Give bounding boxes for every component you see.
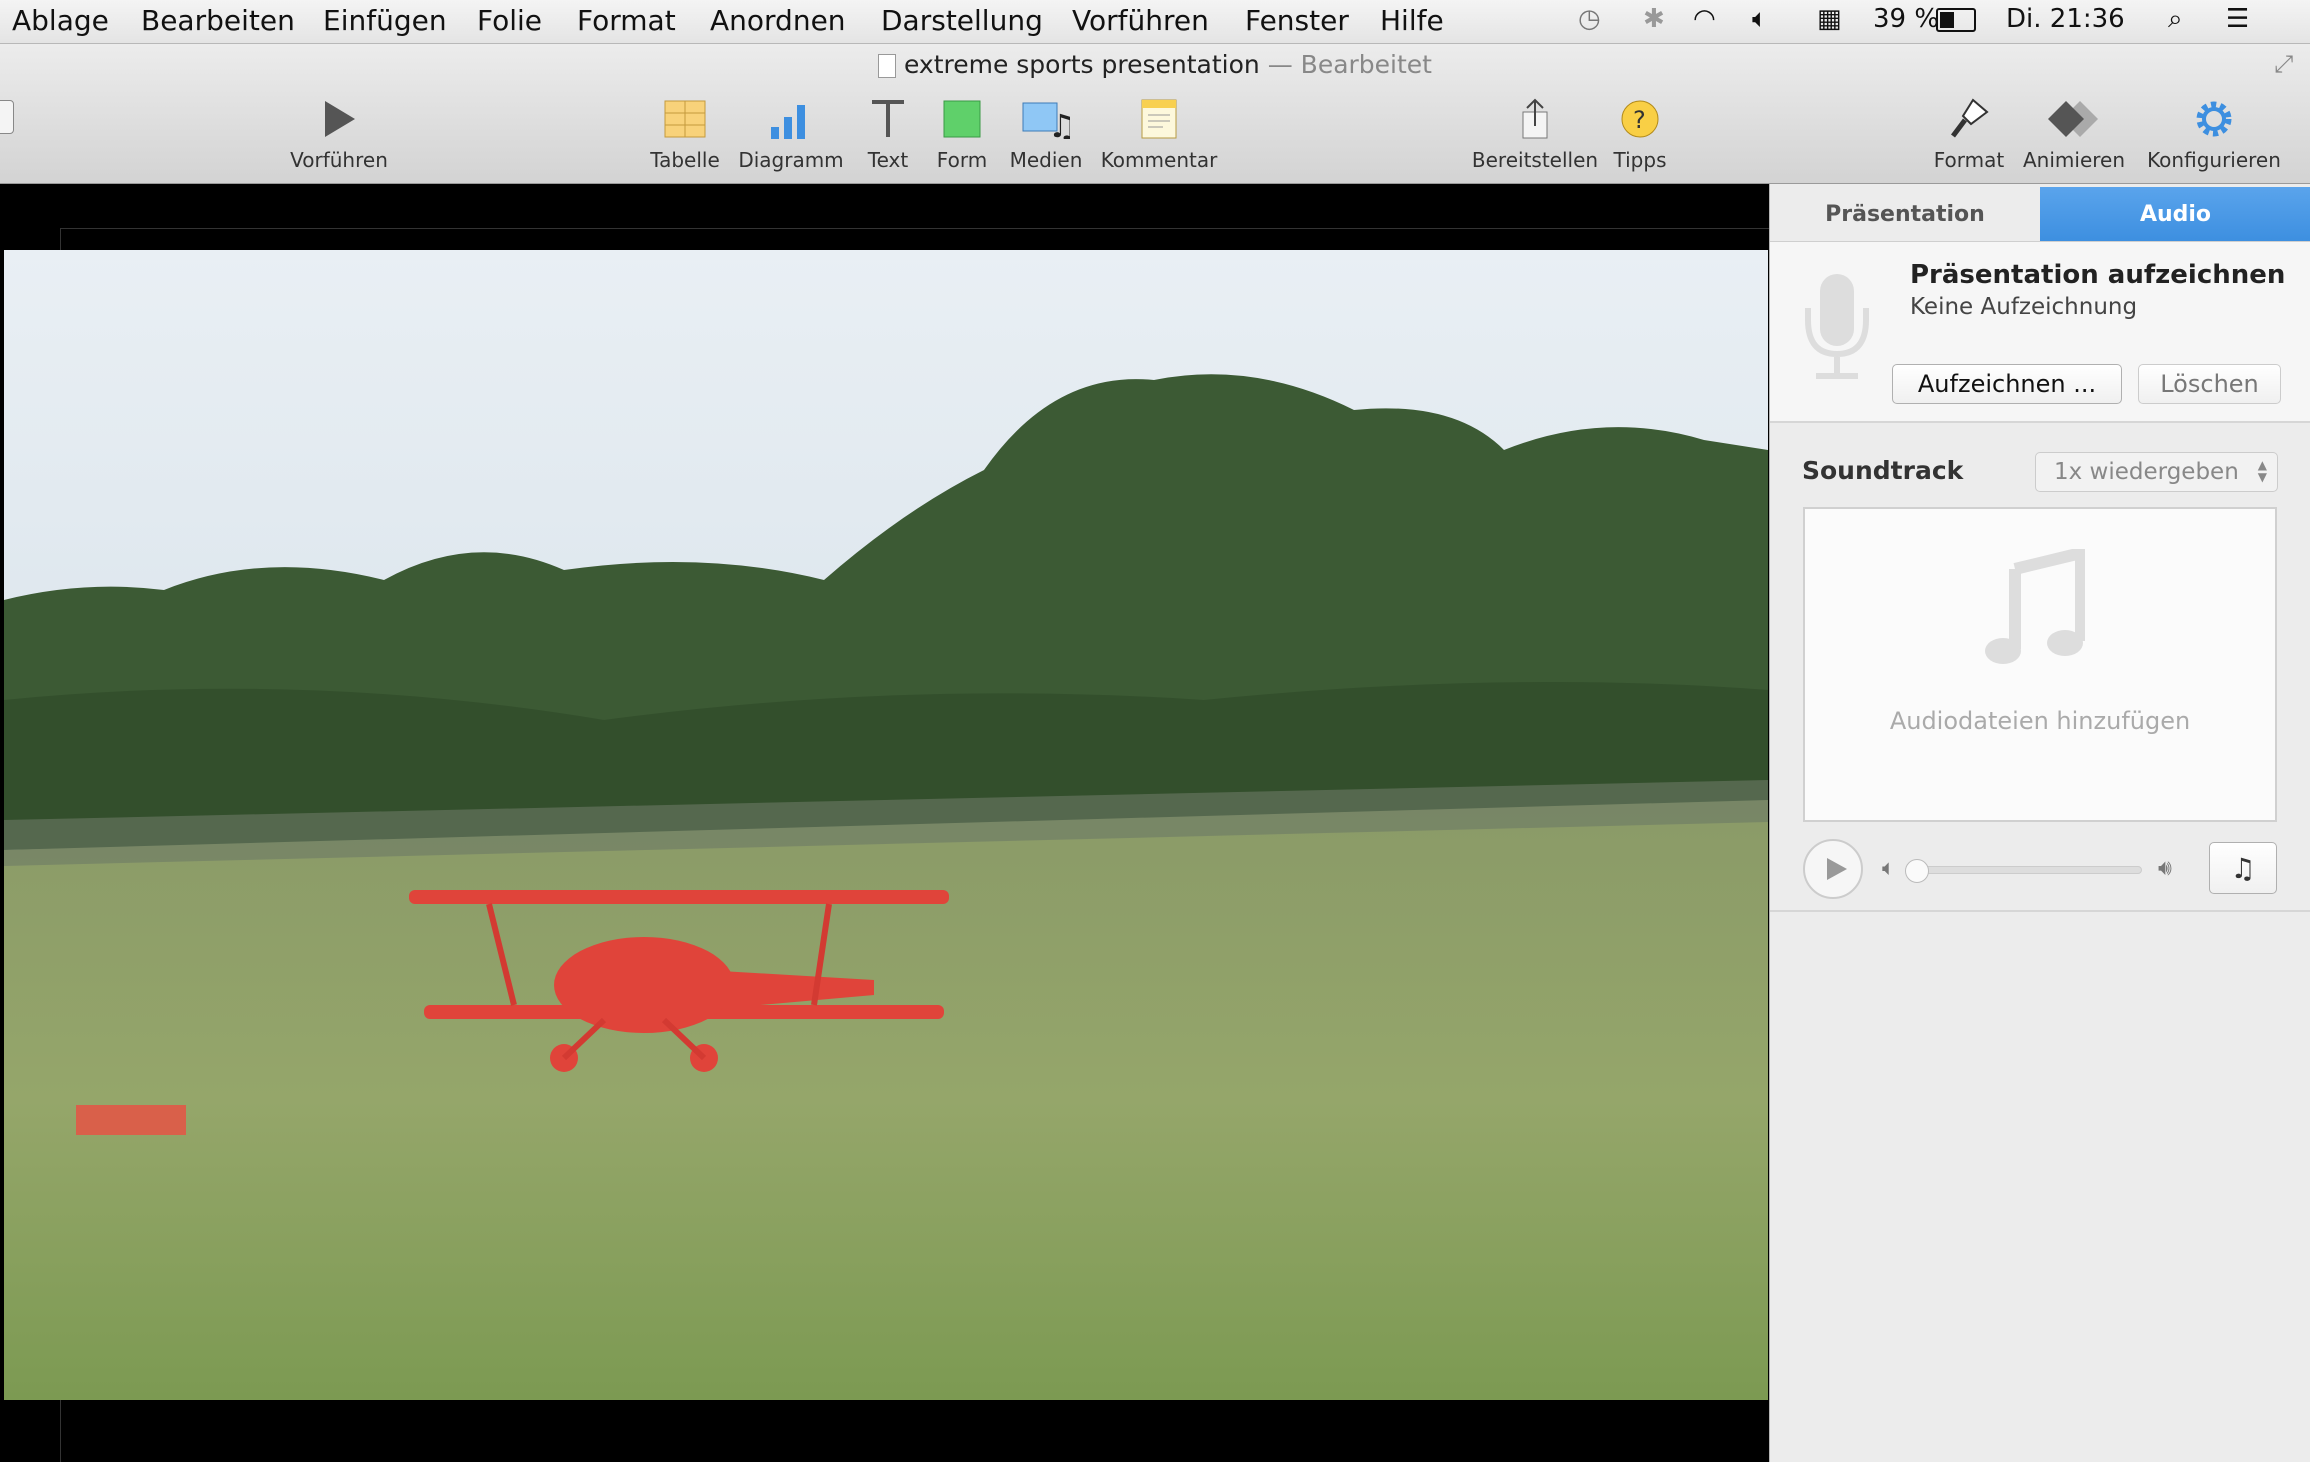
- comment-button[interactable]: Kommentar: [1089, 96, 1229, 172]
- music-browser-button[interactable]: ♫: [2209, 842, 2277, 894]
- media-browser-icon: ♫: [2230, 851, 2256, 885]
- soundtrack-mode-select[interactable]: 1x wiedergeben ▲ ▼: [2035, 452, 2278, 492]
- chart-icon: [771, 105, 805, 139]
- notification-center-icon[interactable]: ☰: [2226, 4, 2249, 34]
- volume-icon[interactable]: 🔈︎: [1752, 4, 1768, 35]
- table-icon: [664, 100, 706, 138]
- menu-hilfe[interactable]: Hilfe: [1380, 4, 1444, 37]
- title-separator: —: [1267, 50, 1293, 79]
- comment-label: Kommentar: [1100, 148, 1218, 172]
- microphone-icon: [1805, 274, 1869, 379]
- record-button[interactable]: Aufzeichnen ...: [1892, 364, 2122, 404]
- battery-percent[interactable]: 39 %: [1873, 4, 1939, 34]
- menu-einfuegen[interactable]: Einfügen: [323, 4, 447, 37]
- view-button[interactable]: [0, 100, 14, 134]
- tips-label: Tipps: [1613, 148, 1667, 172]
- volume-low-icon: 🔈︎: [1882, 856, 1896, 881]
- add-audio-hint: Audiodateien hinzufügen: [1889, 707, 2191, 735]
- menu-folie[interactable]: Folie: [477, 4, 542, 37]
- bluetooth-icon[interactable]: ✱: [1643, 4, 1665, 34]
- svg-text:?: ?: [1633, 106, 1646, 134]
- document-icon: [878, 54, 896, 78]
- document-status: Bearbeitet: [1300, 50, 1432, 79]
- menu-darstellung[interactable]: Darstellung: [881, 4, 1043, 37]
- record-status: Keine Aufzeichnung: [1910, 294, 2138, 320]
- tips-button[interactable]: ? Tipps: [1570, 96, 1710, 172]
- animate-icon: [2048, 101, 2098, 137]
- share-icon: [1522, 98, 1548, 139]
- volume-slider[interactable]: [1905, 859, 2142, 883]
- calendar-icon[interactable]: ▦: [1817, 4, 1842, 34]
- menu-fenster[interactable]: Fenster: [1245, 4, 1349, 37]
- menu-bearbeiten[interactable]: Bearbeiten: [141, 4, 295, 37]
- record-section: Präsentation aufzeichnen Keine Aufzeichn…: [1770, 241, 2310, 423]
- menu-bar: Ablage Bearbeiten Einfügen Folie Format …: [0, 0, 2310, 44]
- play-label: Vorführen: [290, 148, 388, 172]
- divider: [1770, 910, 2310, 912]
- paintbrush-icon: [1951, 98, 1989, 138]
- video-airplane[interactable]: [4, 250, 1768, 1400]
- animate-button[interactable]: Animieren: [2004, 96, 2144, 172]
- volume-high-icon: 🔊︎: [2158, 856, 2172, 881]
- gear-icon: [2196, 101, 2232, 137]
- play-icon: [1827, 858, 1847, 880]
- record-title: Präsentation aufzeichnen: [1910, 260, 2286, 290]
- field-marker: [76, 1105, 186, 1135]
- configure-button[interactable]: Konfigurieren: [2144, 96, 2284, 172]
- play-soundtrack-button[interactable]: [1803, 839, 1863, 899]
- audio-drop-zone[interactable]: Audiodateien hinzufügen: [1803, 507, 2277, 822]
- tab-audio[interactable]: Audio: [2040, 187, 2310, 241]
- media-icon: ♫: [1022, 102, 1070, 139]
- menu-ablage[interactable]: Ablage: [12, 4, 109, 37]
- animate-label: Animieren: [2022, 148, 2126, 172]
- stepper-arrows-icon: ▲ ▼: [2257, 458, 2267, 484]
- play-icon: [325, 101, 355, 137]
- configure-label: Konfigurieren: [2147, 148, 2281, 172]
- play-button[interactable]: Vorführen: [269, 96, 409, 172]
- clock[interactable]: Di. 21:36: [2006, 4, 2125, 34]
- menu-vorfuehren[interactable]: Vorführen: [1072, 4, 1209, 37]
- comment-icon: [1141, 99, 1177, 139]
- inspector-sidebar: Präsentation Audio Präsentation aufzeich…: [1769, 184, 2310, 1462]
- music-note-icon: [1985, 549, 2085, 664]
- wifi-icon[interactable]: ◠: [1693, 4, 1716, 34]
- time-machine-icon[interactable]: ◷: [1578, 4, 1601, 34]
- tab-praesentation[interactable]: Präsentation: [1770, 187, 2040, 241]
- volume-slider-knob[interactable]: [1905, 859, 1929, 883]
- soundtrack-mode-value: 1x wiedergeben: [2054, 459, 2239, 485]
- tips-icon: ?: [1621, 100, 1659, 138]
- menu-anordnen[interactable]: Anordnen: [710, 4, 846, 37]
- menu-format[interactable]: Format: [577, 4, 676, 37]
- soundtrack-label: Soundtrack: [1802, 456, 1964, 485]
- window-title: extreme sports presentation — Bearbeitet: [0, 50, 2310, 79]
- delete-recording-button[interactable]: Löschen: [2138, 364, 2281, 404]
- document-title: extreme sports presentation: [903, 50, 1260, 79]
- spotlight-search-icon[interactable]: ⌕: [2168, 4, 2183, 35]
- battery-icon[interactable]: [1936, 8, 1976, 32]
- svg-text:♫: ♫: [1048, 107, 1070, 139]
